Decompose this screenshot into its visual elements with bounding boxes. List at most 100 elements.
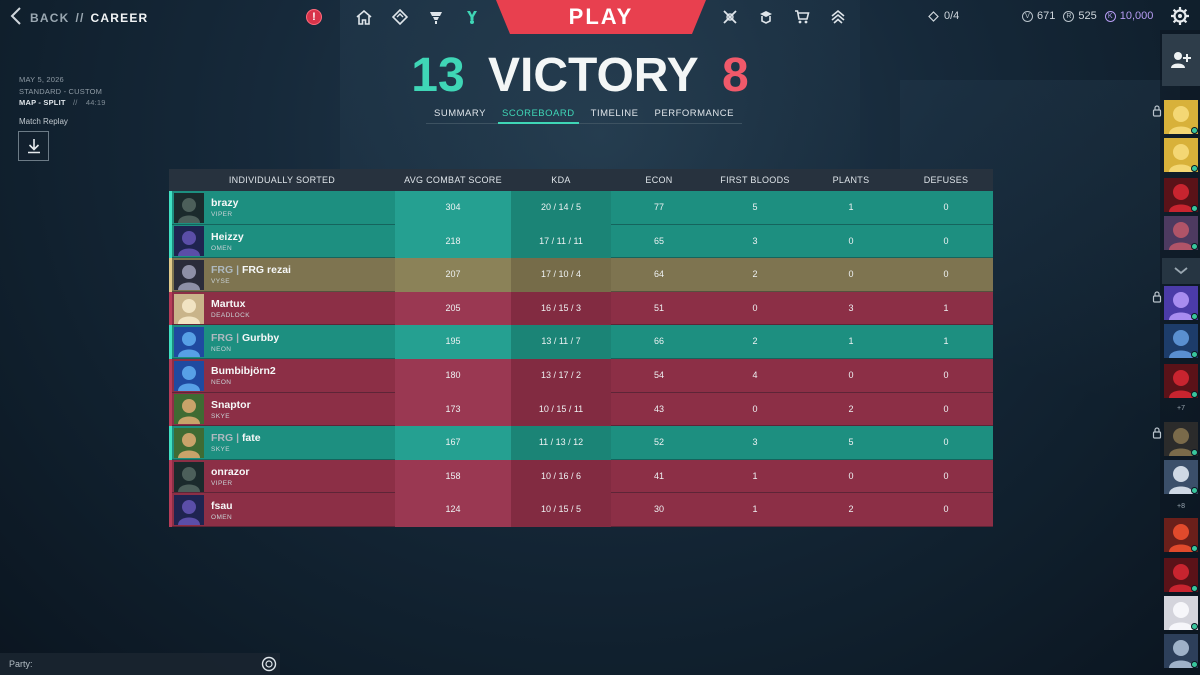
header-first-bloods[interactable]: FIRST BLOODS: [707, 175, 803, 185]
friend-avatar[interactable]: [1164, 364, 1198, 398]
table-row[interactable]: brazy VIPER 304 20 / 14 / 5 77 5 1 0: [169, 191, 993, 225]
esports-icon: [760, 11, 772, 24]
player-name: Heizzy: [211, 231, 244, 243]
acs-cell: 218: [395, 224, 511, 259]
header-econ[interactable]: ECON: [611, 175, 707, 185]
table-row[interactable]: Heizzy OMEN 218 17 / 11 / 11 65 3 0 0: [169, 224, 993, 259]
lock-icon: [1152, 288, 1162, 303]
career-icon: [467, 11, 477, 24]
header-sort[interactable]: INDIVIDUALLY SORTED: [169, 175, 395, 185]
tab-summary[interactable]: SUMMARY: [430, 106, 490, 124]
player-name-text: Martux: [211, 298, 246, 311]
agent-name: OMEN: [211, 513, 233, 521]
enemy-score: 8: [722, 49, 749, 102]
friend-avatar[interactable]: [1164, 634, 1198, 668]
table-row[interactable]: FRG | fate SKYE 167 11 / 13 / 12 52 3 5 …: [169, 426, 993, 460]
mission-counter[interactable]: 0/4: [928, 10, 959, 22]
table-row[interactable]: onrazor VIPER 158 10 / 16 / 6 41 1 0 0: [169, 459, 993, 494]
table-row[interactable]: fsau OMEN 124 10 / 15 / 5 30 1 2 0: [169, 493, 993, 527]
esports-button[interactable]: [748, 0, 784, 34]
tab-performance[interactable]: PERFORMANCE: [651, 106, 738, 124]
back-button[interactable]: BACK // CAREER: [10, 7, 148, 28]
career-button[interactable]: [454, 0, 490, 34]
player-cell: Bumbibjörn2 NEON: [169, 358, 395, 393]
online-status-icon: [1191, 205, 1198, 212]
first-bloods-cell: 2: [752, 336, 758, 347]
acs-cell: 304: [395, 191, 511, 225]
table-row[interactable]: Snaptor SKYE 173 10 / 15 / 11 43 0 2 0: [169, 392, 993, 427]
friend-avatar[interactable]: [1164, 178, 1198, 212]
download-replay-button[interactable]: [18, 131, 49, 161]
tab-scoreboard[interactable]: SCOREBOARD: [498, 106, 579, 124]
acs-cell: 180: [395, 358, 511, 393]
friend-avatar[interactable]: [1164, 596, 1198, 630]
party-chat-button[interactable]: [261, 656, 277, 675]
collapse-section-button[interactable]: [1162, 258, 1200, 284]
online-status-icon: [1191, 313, 1198, 320]
friend-avatar[interactable]: [1164, 324, 1198, 358]
friend-avatar[interactable]: [1164, 138, 1198, 172]
friend-avatar[interactable]: [1164, 286, 1198, 320]
currency-vp[interactable]: V 671: [1022, 10, 1055, 22]
player-name-block: FRG | Gurbby NEON: [211, 332, 279, 353]
ticket-icon: [392, 9, 408, 25]
diamond-icon: [928, 10, 939, 22]
table-row[interactable]: FRG | Gurbby NEON 195 13 / 11 / 7 66 2 1…: [169, 325, 993, 359]
plants-cell: 0: [848, 235, 854, 246]
player-name-block: Bumbibjörn2 NEON: [211, 365, 276, 386]
header-acs[interactable]: AVG COMBAT SCORE: [395, 175, 511, 185]
online-status-icon: [1191, 449, 1198, 456]
friend-avatar[interactable]: [1164, 558, 1198, 592]
party-chat[interactable]: Party:: [0, 653, 280, 675]
agent-portrait: [174, 226, 204, 257]
player-cell: onrazor VIPER: [169, 459, 395, 494]
battlepass-button[interactable]: [382, 0, 418, 34]
header-kda[interactable]: KDA: [511, 175, 611, 185]
plants-cell: 5: [848, 437, 854, 448]
home-button[interactable]: [346, 0, 382, 34]
first-bloods-cell: 0: [752, 403, 758, 414]
table-row[interactable]: Martux DEADLOCK 205 16 / 15 / 3 51 0 3 1: [169, 291, 993, 326]
add-friend-button[interactable]: [1162, 34, 1200, 86]
friend-avatar[interactable]: [1164, 518, 1198, 552]
table-body: brazy VIPER 304 20 / 14 / 5 77 5 1 0 Hei…: [169, 191, 993, 527]
currency-radianite[interactable]: R 525: [1063, 10, 1097, 22]
player-name: fsau: [211, 500, 233, 512]
econ-cell: 54: [653, 369, 664, 380]
friend-avatar[interactable]: [1164, 422, 1198, 456]
store-button[interactable]: [784, 0, 820, 34]
table-row[interactable]: FRG | FRG rezai VYSE 207 17 / 10 / 4 64 …: [169, 258, 993, 292]
player-cell: Martux DEADLOCK: [169, 291, 395, 326]
header-plants[interactable]: PLANTS: [803, 175, 899, 185]
party-label: Party:: [9, 659, 33, 669]
agent-name: OMEN: [211, 244, 233, 252]
defuses-cell: 0: [943, 369, 949, 380]
table-row[interactable]: Bumbibjörn2 NEON 180 13 / 17 / 2 54 4 0 …: [169, 358, 993, 393]
acs-cell: 167: [395, 426, 511, 460]
friend-avatar[interactable]: [1164, 100, 1198, 134]
alert-button[interactable]: !: [296, 0, 332, 34]
tab-timeline[interactable]: TIMELINE: [587, 106, 643, 124]
acs-cell: 195: [395, 325, 511, 359]
currency-radianite-value: 525: [1078, 10, 1097, 22]
friend-avatar[interactable]: [1164, 216, 1198, 250]
play-button[interactable]: PLAY: [496, 0, 706, 34]
defuses-cell: 0: [943, 437, 949, 448]
first-bloods-cell: 1: [752, 504, 758, 515]
settings-button[interactable]: [1170, 6, 1190, 30]
agent-name: VIPER: [211, 480, 233, 488]
currency-kingdom-value: 10,000: [1119, 10, 1154, 22]
play-label: PLAY: [568, 4, 634, 29]
online-status-icon: [1191, 487, 1198, 494]
kda-cell: 10 / 15 / 5: [511, 493, 611, 527]
rank-button[interactable]: [820, 0, 856, 34]
player-cell: brazy VIPER: [169, 191, 395, 225]
valorant-points-icon: V: [1022, 10, 1033, 22]
player-name-text: Gurbby: [241, 331, 280, 344]
kda-cell: 13 / 11 / 7: [511, 325, 611, 359]
currency-kingdom[interactable]: K 10,000: [1104, 10, 1154, 22]
header-defuses[interactable]: DEFUSES: [899, 175, 993, 185]
agents-button[interactable]: [418, 0, 454, 34]
friend-avatar[interactable]: [1164, 460, 1198, 494]
collection-button[interactable]: [712, 0, 748, 34]
